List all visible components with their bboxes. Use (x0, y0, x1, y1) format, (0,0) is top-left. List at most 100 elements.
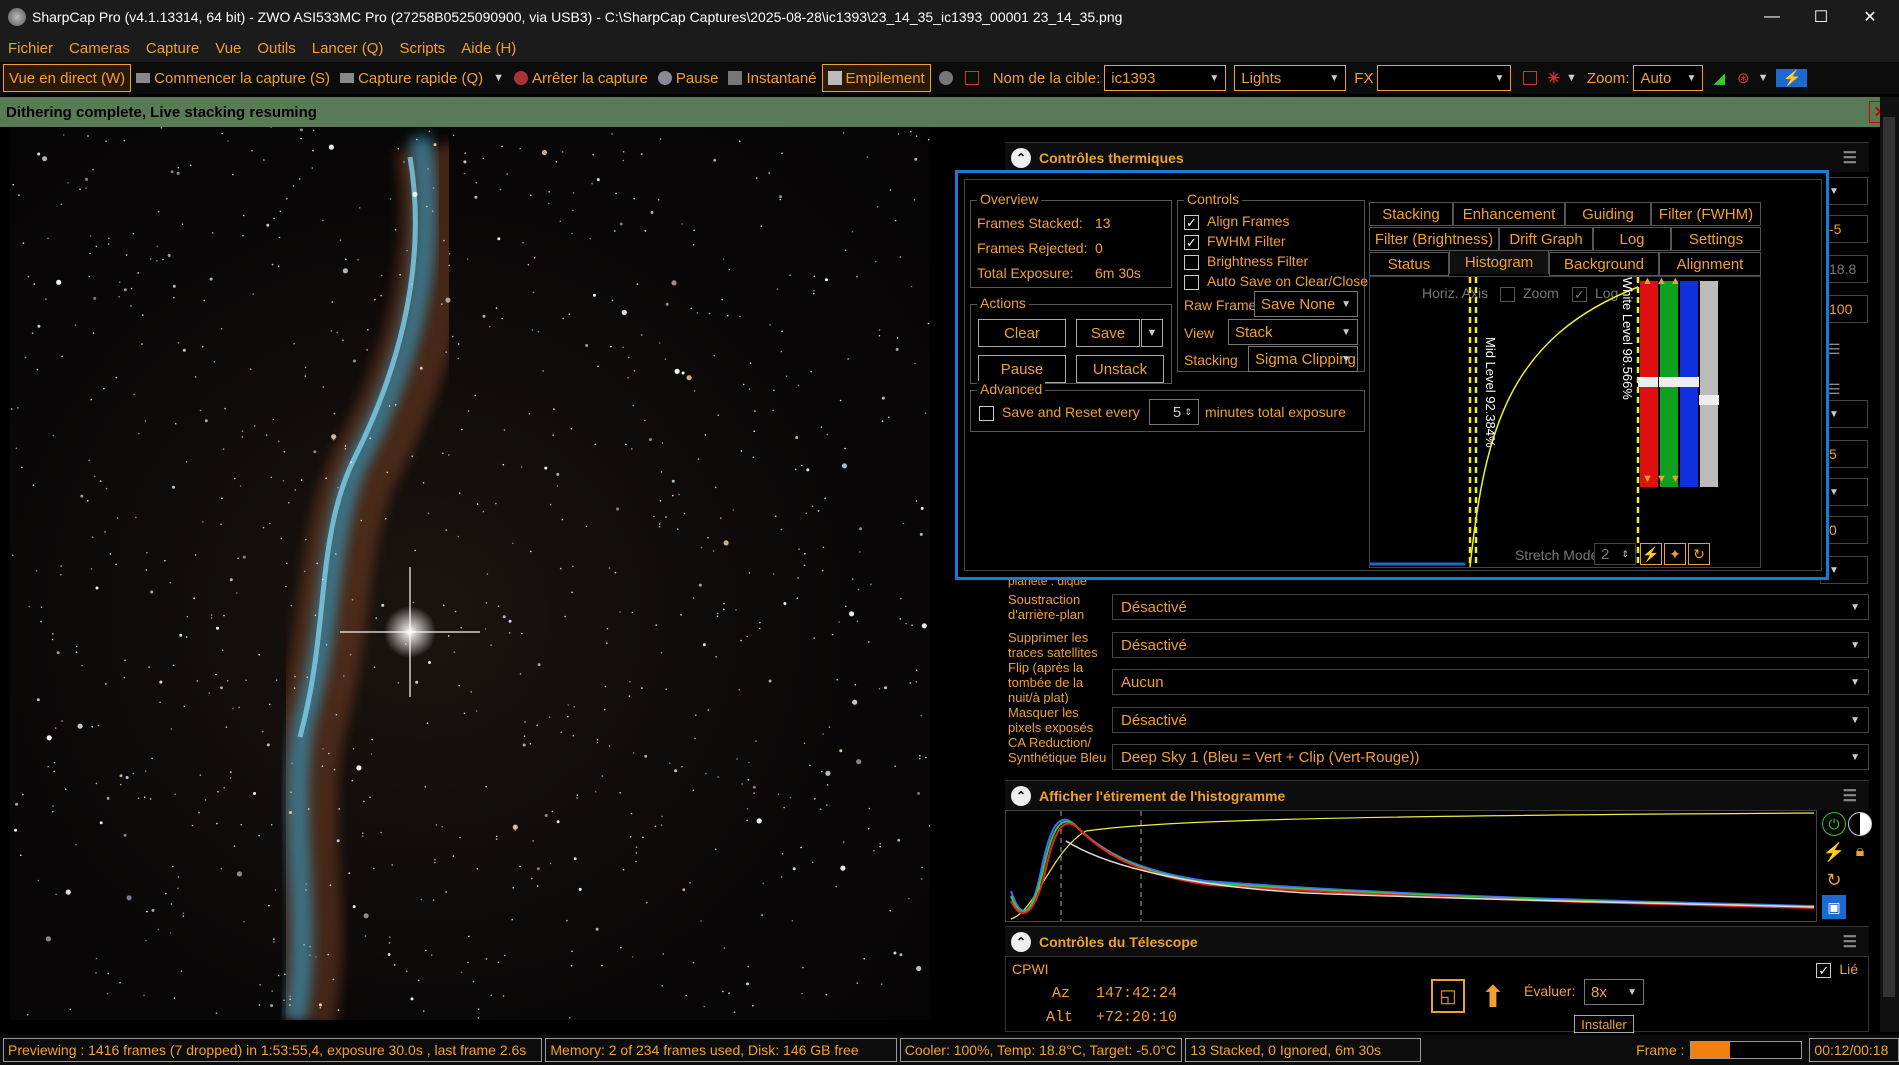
thermal-section-header[interactable]: ⌃ Contrôles thermiques ☰ (1005, 142, 1869, 172)
luminance-handle[interactable] (1699, 395, 1719, 405)
view-select[interactable]: Stack ▼ (1228, 319, 1358, 345)
quick-capture-button[interactable]: Capture rapide (Q) ▼ (335, 64, 509, 92)
histogram-stretch-graph[interactable] (1005, 810, 1817, 922)
menu-icon[interactable]: ☰ (1843, 148, 1857, 168)
flip-select[interactable]: Aucun ▼ (1112, 669, 1869, 695)
tab-stacking[interactable]: Stacking (1369, 202, 1453, 226)
tab-log[interactable]: Log (1593, 227, 1671, 251)
save-icon[interactable]: ▣ (1822, 895, 1846, 919)
chevron-down-icon[interactable]: ▼ (1566, 72, 1577, 84)
fx-select[interactable]: ▼ (1377, 65, 1512, 91)
menu-cameras[interactable]: Cameras (61, 40, 138, 57)
chevron-down-icon[interactable]: ▼ (493, 72, 504, 84)
rate-select[interactable]: 8x ▼ (1584, 979, 1644, 1005)
goto-icon[interactable]: ◱ (1431, 979, 1465, 1013)
tab-drift-graph[interactable]: Drift Graph (1499, 227, 1593, 251)
pause-button[interactable]: Pause (653, 64, 724, 92)
red-square-icon[interactable] (1523, 71, 1538, 85)
zoom-select[interactable]: Auto ▼ (1633, 65, 1704, 91)
menu-lancer[interactable]: Lancer (Q) (304, 40, 392, 57)
reset-icon[interactable]: ↻ (1688, 543, 1710, 565)
menu-vue[interactable]: Vue (207, 40, 249, 57)
tab-enhancement[interactable]: Enhancement (1453, 202, 1565, 226)
tab-filter-brightness[interactable]: Filter (Brightness) (1369, 227, 1499, 251)
menu-aide[interactable]: Aide (H) (453, 40, 524, 57)
align-frames-checkbox[interactable]: ✓ Align Frames (1184, 213, 1289, 230)
mask-pixels-select[interactable]: Désactivé ▼ (1112, 707, 1869, 733)
ca-reduction-select[interactable]: Deep Sky 1 (Bleu = Vert + Clip (Vert-Rou… (1112, 744, 1869, 770)
right-panel-scrollbar[interactable] (1880, 97, 1899, 1032)
menu-fichier[interactable]: Fichier (0, 40, 61, 57)
tab-guiding[interactable]: Guiding (1565, 202, 1651, 226)
satellite-trail-select[interactable]: Désactivé ▼ (1112, 632, 1869, 658)
histogram-icon[interactable]: ◢ (1713, 69, 1725, 87)
green-handle[interactable] (1659, 377, 1679, 387)
save-reset-checkbox[interactable]: Save and Reset every (979, 404, 1140, 421)
tab-filter-fwhm[interactable]: Filter (FWHM) (1651, 202, 1761, 226)
menu-outils[interactable]: Outils (249, 40, 303, 57)
clear-button[interactable]: Clear (978, 319, 1066, 347)
menu-icon[interactable]: ☰ (1843, 932, 1857, 952)
telescope-section-header[interactable]: ⌃ Contrôles du Télescope ☰ (1005, 926, 1869, 956)
histogram-tab-body[interactable]: Horiz. Axis Zoom ✓Log ⚡ Mid Level 92.384… (1369, 276, 1761, 568)
auto-save-checkbox[interactable]: Auto Save on Clear/Close (1184, 273, 1368, 290)
start-capture-button[interactable]: Commencer la capture (S) (131, 64, 335, 92)
snapshot-button[interactable]: Instantané (723, 64, 821, 92)
chevron-down-icon[interactable]: ▼ (1758, 72, 1769, 84)
menu-scripts[interactable]: Scripts (391, 40, 453, 57)
crosshair-icon[interactable]: ✳ (1547, 69, 1560, 87)
tab-background[interactable]: Background (1549, 252, 1659, 276)
arrow-up-icon[interactable]: ▲ ▲ ▲ (1642, 277, 1681, 287)
save-options-button[interactable]: ▼ (1141, 319, 1163, 347)
stacking-button[interactable]: Empilement (821, 64, 931, 92)
tools-icon[interactable]: ⚡ (1776, 69, 1808, 87)
lightning-icon[interactable]: ⚡ (1640, 543, 1662, 565)
minimize-button[interactable]: — (1748, 0, 1796, 34)
image-viewer[interactable] (0, 127, 1000, 1032)
power-icon[interactable]: ⏻ (1822, 812, 1846, 836)
linked-checkbox[interactable]: ✓ Lié (1816, 961, 1858, 978)
brightness-filter-checkbox[interactable]: Brightness Filter (1184, 253, 1308, 270)
moon-icon[interactable] (938, 71, 953, 85)
stretch-mode-stepper[interactable]: 2 ⇕ (1594, 543, 1636, 565)
menu-capture[interactable]: Capture (138, 40, 207, 57)
background-subtraction-select[interactable]: Désactivé ▼ (1112, 594, 1869, 620)
stacking-mode-select[interactable]: Sigma Clipping ▼ (1248, 346, 1358, 372)
raw-frames-select[interactable]: Save None ▼ (1254, 291, 1358, 317)
scrollbar-thumb[interactable] (1883, 117, 1895, 997)
tab-status[interactable]: Status (1369, 252, 1449, 276)
stop-capture-button[interactable]: Arrêter la capture (509, 64, 653, 92)
frame-type-select[interactable]: Lights ▼ (1234, 65, 1347, 91)
arrow-down-icon[interactable]: ▼ ▼ ▼ (1642, 473, 1681, 485)
reset-icon[interactable]: ↻ (1822, 868, 1846, 892)
pause-stack-button[interactable]: Pause (978, 355, 1066, 383)
sparkle-icon[interactable]: ✦ (1664, 543, 1686, 565)
blue-handle[interactable] (1679, 377, 1699, 387)
lock-icon[interactable]: 🔒︎ (1848, 840, 1872, 864)
collapse-icon[interactable]: ⌃ (1011, 147, 1031, 168)
red-handle[interactable] (1638, 377, 1658, 387)
save-button[interactable]: Save (1076, 319, 1140, 347)
histogram-section-header[interactable]: ⌃ Afficher l'étirement de l'histogramme … (1005, 780, 1869, 810)
target-name-input[interactable]: ic1393 ▼ (1104, 65, 1227, 91)
dark-frame-icon[interactable] (964, 71, 979, 85)
save-reset-stepper[interactable]: 5 ⇕ (1149, 399, 1199, 425)
menu-icon[interactable]: ☰ (1843, 786, 1857, 806)
spin-icon[interactable]: ⇕ (1184, 407, 1192, 418)
collapse-icon[interactable]: ⌃ (1011, 931, 1031, 952)
lightning-icon[interactable]: ⚡ (1822, 840, 1846, 864)
collapse-icon[interactable]: ⌃ (1011, 785, 1031, 806)
tab-settings[interactable]: Settings (1671, 227, 1761, 251)
close-button[interactable]: ✕ (1846, 0, 1894, 34)
contrast-icon[interactable] (1848, 812, 1872, 836)
tab-alignment[interactable]: Alignment (1659, 252, 1761, 276)
live-view-button[interactable]: Vue en direct (W) (3, 64, 132, 92)
install-button[interactable]: Installer (1574, 1015, 1634, 1033)
unstack-button[interactable]: Unstack (1076, 355, 1164, 383)
target-icon[interactable]: ⊛ (1737, 69, 1750, 87)
chevron-down-icon: ▼ (1850, 676, 1860, 688)
tab-histogram[interactable]: Histogram (1449, 250, 1549, 274)
maximize-button[interactable]: ☐ (1797, 0, 1845, 34)
arrow-up-icon[interactable]: ⬆ (1474, 977, 1512, 1017)
fwhm-filter-checkbox[interactable]: ✓ FWHM Filter (1184, 233, 1286, 250)
